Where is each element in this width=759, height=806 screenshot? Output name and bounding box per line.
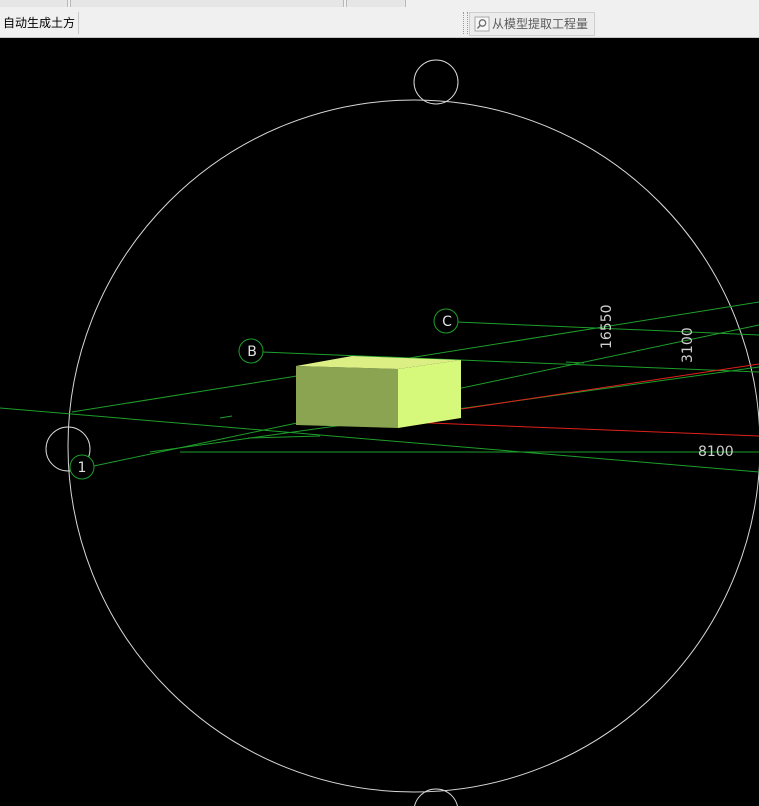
dimension-text-16550: 16550 <box>599 304 615 349</box>
tick-mark <box>219 415 233 419</box>
extract-quantity-button[interactable]: 从模型提取工程量 <box>469 12 595 36</box>
orbit-circle[interactable] <box>67 99 759 793</box>
orbit-handle-top[interactable] <box>413 59 459 105</box>
axis-bubble-1[interactable]: 1 <box>69 454 95 480</box>
axis-label-1: 1 <box>78 460 87 476</box>
toolbar: 自动生成土方 从模型提取工程量 <box>0 0 759 38</box>
toolbar-button[interactable] <box>70 0 344 7</box>
tick-mark <box>565 361 585 364</box>
toolbar-button[interactable] <box>0 0 68 7</box>
axis-label-B: B <box>247 344 257 360</box>
axis-bubble-C[interactable]: C <box>433 308 459 334</box>
cutoff-toolbar-row <box>0 0 759 7</box>
dimension-text-8100: 8100 <box>698 444 734 460</box>
highlight-line <box>461 363 759 410</box>
toolbar-grip[interactable] <box>463 12 468 34</box>
extract-quantity-label: 从模型提取工程量 <box>492 17 589 31</box>
highlight-line <box>404 421 759 437</box>
auto-earthwork-button[interactable]: 自动生成土方 <box>0 12 80 34</box>
block-side-face <box>398 360 461 428</box>
foundation-block[interactable] <box>296 356 461 428</box>
toolbar-button[interactable] <box>346 0 406 7</box>
3d-viewport[interactable]: 1 B C 16550 3100 8100 <box>0 37 759 806</box>
dimension-text-3100: 3100 <box>680 327 696 363</box>
search-icon <box>474 16 490 32</box>
axis-bubble-B[interactable]: B <box>238 338 264 364</box>
block-front-face <box>296 366 398 428</box>
axis-label-C: C <box>442 314 452 330</box>
